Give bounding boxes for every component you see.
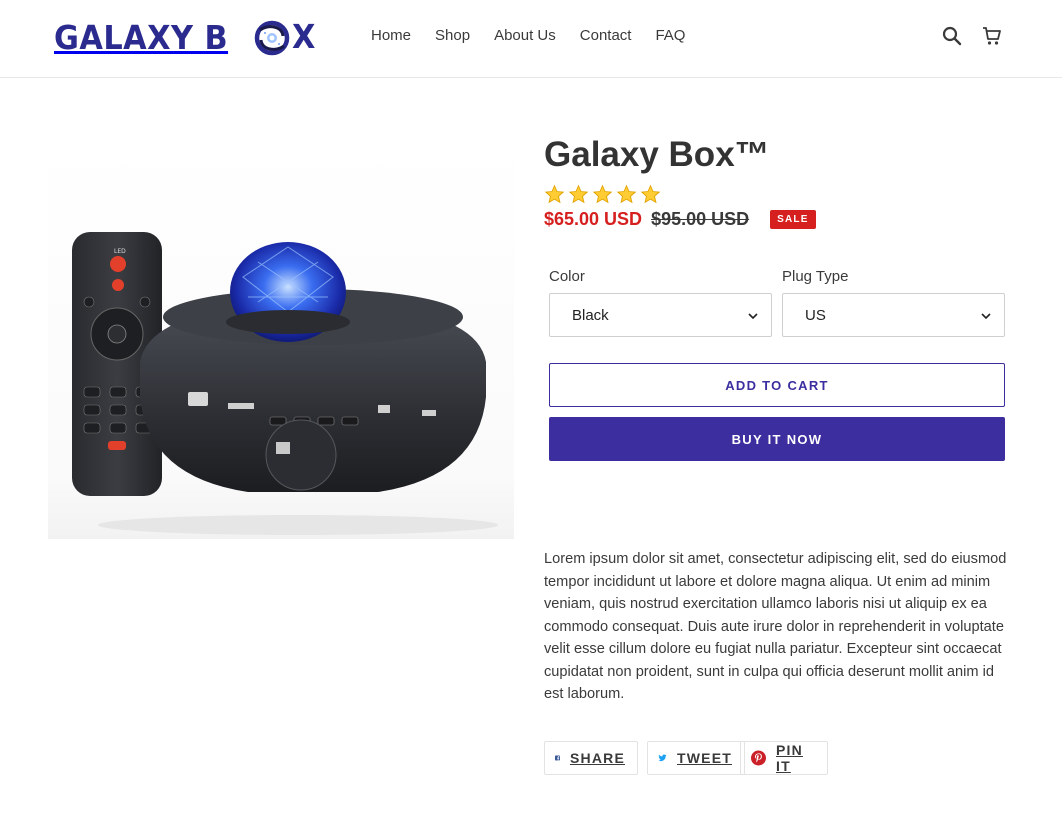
rating-stars xyxy=(544,184,661,205)
svg-text:LED: LED xyxy=(114,248,126,255)
product-image[interactable]: LED xyxy=(48,137,514,539)
header-icons xyxy=(941,25,1003,47)
site-logo[interactable]: GALAXY B X xyxy=(54,16,315,58)
nav-shop[interactable]: Shop xyxy=(435,27,470,45)
share-pinterest-button[interactable]: PIN IT xyxy=(740,741,828,775)
plug-type-label: Plug Type xyxy=(782,268,849,285)
star-icon xyxy=(544,184,565,204)
price-row: $65.00 USD $95.00 USD SALE xyxy=(544,209,816,230)
color-select[interactable]: Black xyxy=(549,293,772,337)
star-icon xyxy=(640,184,661,204)
sale-badge: SALE xyxy=(770,210,816,229)
color-label: Color xyxy=(549,268,585,285)
share-twitter-label: TWEET xyxy=(677,750,732,766)
galaxy-projector-image: LED xyxy=(72,232,498,535)
chevron-down-icon xyxy=(748,313,758,320)
color-select-value: Black xyxy=(572,306,609,324)
plug-type-select[interactable]: US xyxy=(782,293,1005,337)
search-icon xyxy=(942,26,962,46)
buy-it-now-button[interactable]: BUY IT NOW xyxy=(549,417,1005,461)
product-description: Lorem ipsum dolor sit amet, consectetur … xyxy=(544,551,1007,702)
compare-price: $95.00 USD xyxy=(651,209,750,229)
logo-text-right: X xyxy=(292,17,316,56)
share-facebook-label: SHARE xyxy=(569,750,625,766)
cart-icon xyxy=(983,27,1001,45)
add-to-cart-button[interactable]: ADD TO CART xyxy=(549,363,1005,407)
cart-button[interactable] xyxy=(981,25,1003,47)
main-nav: Home Shop About Us Contact FAQ xyxy=(371,27,709,45)
product-title: Galaxy Box™ xyxy=(544,135,770,174)
share-pinterest-label: PIN IT xyxy=(775,742,803,774)
star-icon xyxy=(568,184,589,204)
twitter-icon xyxy=(658,754,667,762)
nav-about-us[interactable]: About Us xyxy=(494,27,556,45)
site-header: GALAXY B X Home Shop About Us Contact FA… xyxy=(0,0,1062,78)
star-icon xyxy=(592,184,613,204)
nav-contact[interactable]: Contact xyxy=(580,27,632,45)
nav-faq[interactable]: FAQ xyxy=(655,27,685,45)
sale-price: $65.00 USD xyxy=(544,209,643,229)
facebook-icon xyxy=(555,755,560,761)
search-button[interactable] xyxy=(941,25,963,47)
logo-text-left: GALAXY B xyxy=(54,17,229,57)
plug-type-select-value: US xyxy=(805,306,826,324)
star-icon xyxy=(616,184,637,204)
pinterest-icon xyxy=(751,750,766,766)
share-facebook-button[interactable]: SHARE xyxy=(544,741,638,775)
chevron-down-icon xyxy=(981,313,991,320)
nav-home[interactable]: Home xyxy=(371,27,411,45)
share-twitter-button[interactable]: TWEET xyxy=(647,741,745,775)
galaxy-swirl-icon xyxy=(254,20,290,56)
